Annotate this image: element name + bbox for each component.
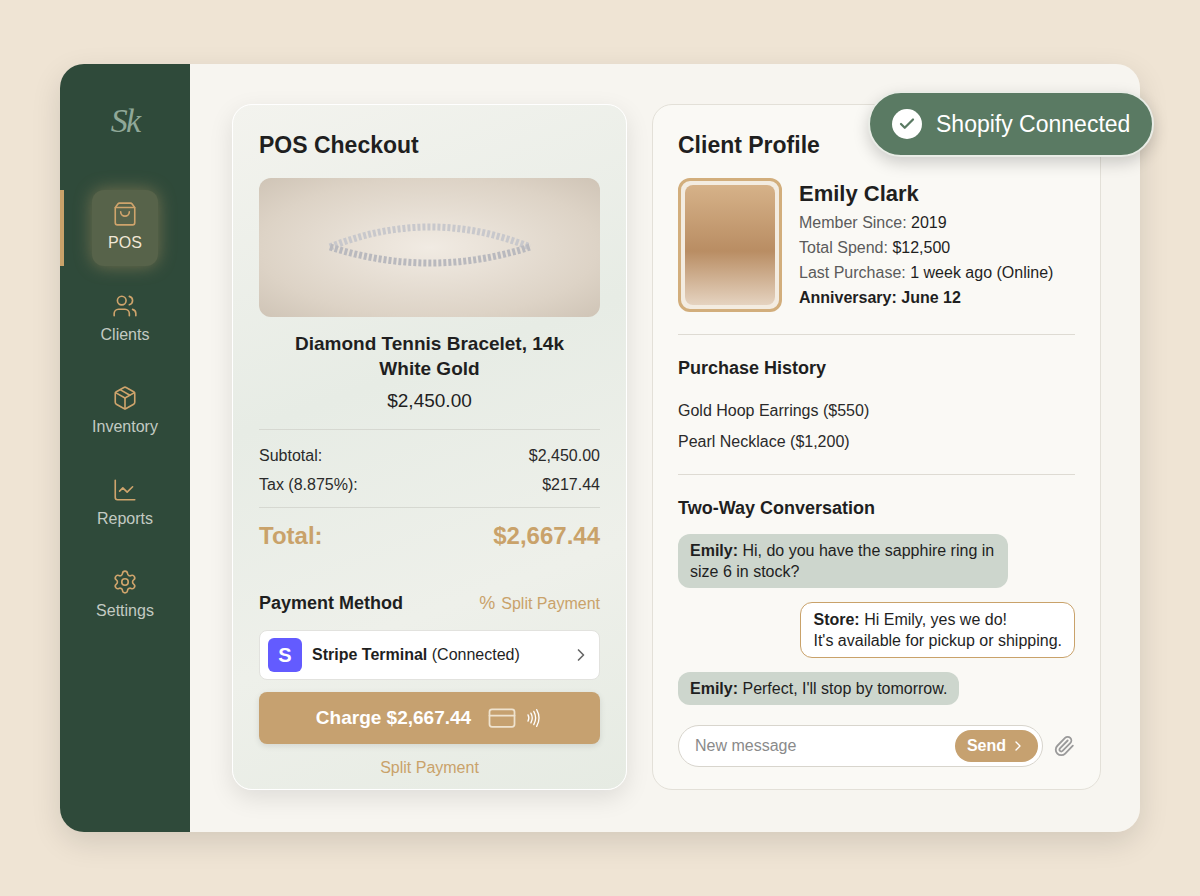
sidebar-item[interactable]: Clients: [60, 282, 190, 358]
product-photo: [259, 178, 600, 317]
conversation-title: Two-Way Conversation: [678, 495, 1075, 522]
product-price: $2,450.00: [259, 387, 600, 416]
charge-button[interactable]: Charge $2,667.44: [259, 692, 600, 744]
client-details: Emily Clark Member Since: 2019 Total Spend…: [799, 178, 1053, 312]
history-item: Pearl Necklace ($1,200): [678, 431, 1075, 452]
sidebar: Sk POS Clients Inventory Reports Settings: [60, 64, 190, 832]
split-payment-link[interactable]: %Split Payment: [479, 590, 600, 617]
message-row: Store: Hi Emily, yes we do! It's availab…: [678, 602, 1075, 658]
total-row: Total:$2,667.44: [259, 508, 600, 554]
active-indicator: [60, 190, 64, 266]
sidebar-item[interactable]: POS: [60, 190, 190, 266]
users-icon: [112, 293, 138, 319]
client-name: Emily Clark: [799, 180, 1053, 208]
pos-title: POS Checkout: [259, 131, 600, 160]
page: Sk POS Clients Inventory Reports Settings POS …: [0, 0, 1200, 896]
shopify-connected-badge: Shopify Connected: [868, 91, 1154, 157]
stripe-logo: S: [268, 638, 302, 672]
client-detail: Last Purchase: 1 week ago (Online): [799, 262, 1053, 283]
history-item: Gold Hoop Earrings ($550): [678, 400, 1075, 421]
client-avatar: [678, 178, 782, 312]
chevron-icon: [571, 645, 591, 665]
price-line: Tax (8.875%):$217.44: [259, 473, 600, 497]
bag-icon: [112, 201, 138, 227]
package-icon: [112, 385, 138, 411]
sidebar-item[interactable]: Reports: [60, 466, 190, 542]
send-button[interactable]: Send: [955, 730, 1038, 762]
split-payment-button[interactable]: Split Payment: [259, 756, 600, 780]
gear-icon: [112, 569, 138, 595]
bracelet-icon: [320, 217, 540, 277]
client-header: Emily Clark Member Since: 2019 Total Spend…: [678, 178, 1075, 312]
history-title: Purchase History: [678, 355, 1075, 382]
chevron-icon: [1010, 738, 1026, 754]
price-lines: Subtotal:$2,450.00 Tax (8.875%):$217.44: [259, 430, 600, 507]
sidebar-item[interactable]: Settings: [60, 558, 190, 634]
message-list: Emily: Hi, do you have the sapphire ring…: [678, 534, 1075, 705]
sidebar-nav: POS Clients Inventory Reports Settings: [60, 190, 190, 634]
sidebar-item[interactable]: Inventory: [60, 374, 190, 450]
message-bubble: Emily: Perfect, I'll stop by tomorrow.: [678, 672, 959, 705]
content: POS Checkout Diamond Tennis Bracelet, 14k…: [190, 64, 1140, 832]
client-detail: Total Spend: $12,500: [799, 237, 1053, 258]
payment-header: Payment Method%Split Payment: [259, 590, 600, 617]
message-row: Emily: Perfect, I'll stop by tomorrow.: [678, 672, 1075, 705]
client-detail: Member Since: 2019: [799, 212, 1053, 233]
check-icon: [892, 109, 922, 139]
chart-icon: [112, 477, 138, 503]
message-input[interactable]: New messageSend: [678, 725, 1043, 767]
card-icon: [487, 703, 517, 733]
history-list: Gold Hoop Earrings ($550) Pearl Necklace …: [678, 400, 1075, 452]
message-placeholder: New message: [695, 734, 955, 758]
message-bubble: Store: Hi Emily, yes we do! It's availab…: [800, 602, 1075, 658]
composer: New messageSend: [678, 725, 1075, 767]
message-row: Emily: Hi, do you have the sapphire ring…: [678, 534, 1075, 588]
logo: Sk: [111, 96, 140, 144]
client-detail: Anniversary: June 12: [799, 287, 1053, 308]
paperclip-icon[interactable]: [1053, 735, 1075, 757]
message-bubble: Emily: Hi, do you have the sapphire ring…: [678, 534, 1008, 588]
payment-method-select[interactable]: SStripe Terminal (Connected): [259, 630, 600, 680]
contactless-icon: [523, 708, 543, 728]
app-window: Sk POS Clients Inventory Reports Settings POS …: [60, 64, 1140, 832]
product-name: Diamond Tennis Bracelet, 14k White Gold: [259, 331, 600, 381]
pos-card: POS Checkout Diamond Tennis Bracelet, 14k…: [232, 104, 627, 790]
client-card: Client ProfileEmily ClarkMember Since: 2…: [652, 104, 1101, 790]
price-line: Subtotal:$2,450.00: [259, 444, 600, 468]
percent-icon: %: [479, 590, 495, 617]
